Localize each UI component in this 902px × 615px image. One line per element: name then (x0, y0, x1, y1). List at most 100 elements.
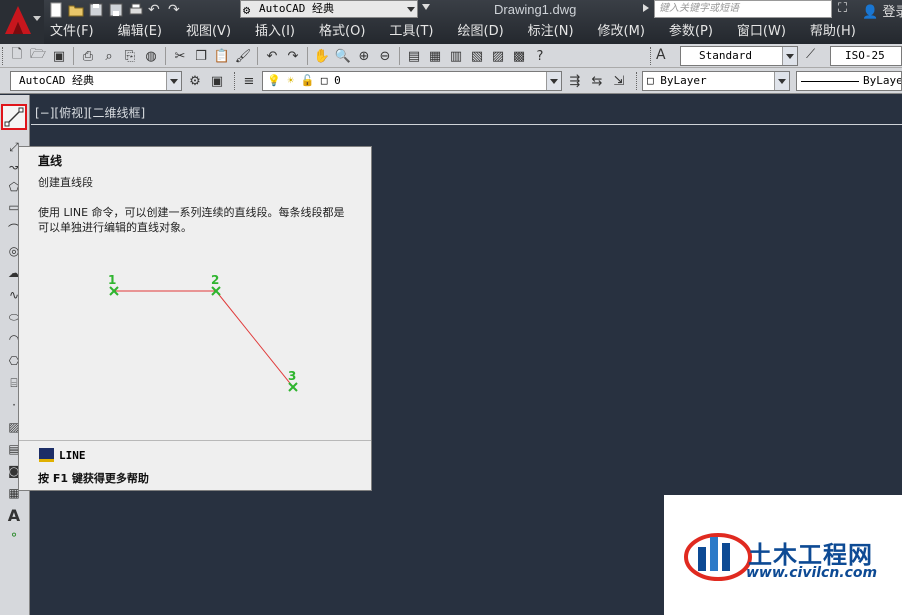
search-input[interactable]: 键入关键字或短语 (654, 0, 832, 18)
toolbar-grip[interactable] (650, 47, 653, 65)
add-selected-icon[interactable]: ⚬ (3, 525, 25, 545)
publish-icon[interactable]: ⎘ (121, 47, 139, 65)
menu-help[interactable]: 帮助(H) (808, 22, 858, 42)
toolbar-grip[interactable] (2, 47, 5, 65)
match-properties-icon[interactable]: 🖌 (234, 47, 252, 65)
menu-draw[interactable]: 绘图(D) (456, 22, 506, 42)
chevron-down-icon (407, 7, 415, 12)
zoom-realtime-icon[interactable]: 🔍 (334, 47, 352, 65)
menu-view[interactable]: 视图(V) (184, 22, 233, 42)
text-style-select[interactable]: Standard (680, 46, 798, 66)
dim-style-icon[interactable]: ⟋ (806, 47, 826, 65)
gear-icon: ⚙ (243, 3, 251, 17)
tool-palettes-icon[interactable]: ▥ (447, 47, 465, 65)
workspace-settings-icon[interactable]: ▣ (208, 72, 226, 90)
layer-select[interactable]: 💡 ☀ 🔓 □ 0 (262, 71, 562, 91)
layer-select-value: 0 (334, 74, 341, 87)
viewport-controls-label[interactable]: [−][俯视][二维线框] (35, 104, 145, 121)
chevron-down-icon (546, 72, 561, 90)
design-center-palette-icon[interactable]: ▦ (426, 47, 444, 65)
print-preview-icon[interactable]: ⌕ (100, 47, 118, 65)
watermark: 土木工程网 www.civilcn.com (664, 495, 902, 615)
chevron-down-icon (774, 72, 789, 90)
line-example-diagram: 1 2 3 (108, 273, 298, 392)
watermark-url: www.civilcn.com (746, 565, 878, 581)
menu-edit[interactable]: 编辑(E) (116, 22, 164, 42)
linetype-select-value: ByLayer (863, 74, 901, 87)
zoom-window-icon[interactable]: ⊕ (355, 47, 373, 65)
color-swatch-icon: □ (647, 74, 654, 87)
color-select[interactable]: □ ByLayer (642, 71, 790, 91)
layer-state-icon[interactable]: ⇲ (610, 72, 628, 90)
chevron-down-icon (166, 72, 181, 90)
quick-access-toolbar: ↶ ↷ (48, 0, 184, 20)
open-folder-icon[interactable]: 🗁 (29, 47, 47, 65)
menu-parametric[interactable]: 参数(P) (667, 22, 715, 42)
menu-tools[interactable]: 工具(T) (387, 22, 435, 42)
point-label: 3 (288, 369, 296, 383)
line-tool-button[interactable] (1, 104, 27, 130)
workspace-switcher[interactable]: ⚙ AutoCAD 经典 (240, 0, 418, 18)
save-icon[interactable] (88, 2, 104, 18)
text-style-value: Standard (699, 49, 752, 62)
new-file-icon[interactable]: 🗋 (8, 47, 26, 65)
print-icon[interactable] (128, 2, 144, 18)
sign-in-label: 登录 (882, 5, 902, 20)
undo-icon[interactable]: ↶ (263, 47, 281, 65)
redo-icon[interactable]: ↷ (168, 2, 184, 18)
new-file-icon[interactable] (48, 2, 64, 18)
color-select-value: ByLayer (660, 74, 707, 87)
linetype-select[interactable]: ByLayer (796, 71, 902, 91)
standard-toolbar: 🗋 🗁 ▣ ⎙ ⌕ ⎘ ◍ ✂ ❐ 📋 🖌 ↶ ↷ ✋ 🔍 ⊕ ⊖ ▤ ▦ ▥ … (0, 44, 902, 68)
sign-in-button[interactable]: 👤 登录 (862, 1, 902, 20)
document-title: Drawing1.dwg (494, 2, 577, 17)
help-icon[interactable]: ? (531, 47, 549, 65)
sheet-set-icon[interactable]: ▧ (468, 47, 486, 65)
undo-icon[interactable]: ↶ (148, 2, 164, 18)
print-icon[interactable]: ⎙ (79, 47, 97, 65)
layer-previous-icon[interactable]: ⇆ (588, 72, 606, 90)
autocad-logo-icon (5, 6, 31, 34)
workspace-select-value: AutoCAD 经典 (19, 74, 94, 87)
line-tool-tooltip: 直线 创建直线段 使用 LINE 命令，可以创建一系列连续的直线段。每条线段都是… (18, 146, 372, 491)
application-menu-button[interactable] (0, 0, 44, 44)
cut-icon[interactable]: ✂ (171, 47, 189, 65)
menu-window[interactable]: 窗口(W) (735, 22, 788, 42)
toolbar-grip[interactable] (234, 72, 237, 90)
properties-icon[interactable]: ▤ (405, 47, 423, 65)
save-icon[interactable]: ▣ (50, 47, 68, 65)
copy-icon[interactable]: ❐ (192, 47, 210, 65)
qat-customize-icon[interactable] (422, 4, 430, 10)
paste-icon[interactable]: 📋 (213, 47, 231, 65)
gear-icon[interactable]: ⚙ (186, 72, 204, 90)
dim-style-select[interactable]: ISO-25 (830, 46, 902, 66)
toolbar-grip[interactable] (636, 72, 639, 90)
markup-icon[interactable]: ▨ (489, 47, 507, 65)
menu-file[interactable]: 文件(F) (48, 22, 96, 42)
calculator-icon[interactable]: ▩ (510, 47, 528, 65)
point-marker (288, 382, 298, 392)
expand-arrow-icon[interactable] (643, 4, 649, 12)
command-line-icon (39, 448, 54, 462)
menu-modify[interactable]: 修改(M) (596, 22, 647, 42)
make-current-layer-icon[interactable]: ⇶ (566, 72, 584, 90)
point-label: 1 (108, 273, 116, 287)
menu-format[interactable]: 格式(O) (317, 22, 367, 42)
tooltip-divider (19, 440, 371, 441)
color-swatch-icon: □ (320, 74, 328, 87)
pan-icon[interactable]: ✋ (313, 47, 331, 65)
workspace-select[interactable]: AutoCAD 经典 (10, 71, 182, 91)
binoculars-icon[interactable]: ⛶ (838, 1, 847, 16)
user-icon: 👤 (862, 5, 879, 20)
redo-icon[interactable]: ↷ (284, 47, 302, 65)
text-style-icon[interactable]: A (656, 47, 676, 65)
menu-bar: 文件(F) 编辑(E) 视图(V) 插入(I) 格式(O) 工具(T) 绘图(D… (48, 22, 878, 42)
zoom-previous-icon[interactable]: ⊖ (376, 47, 394, 65)
multiline-text-icon[interactable]: A (3, 505, 25, 525)
layer-properties-icon[interactable]: ≡ (240, 72, 258, 90)
design-center-icon[interactable]: ◍ (142, 47, 160, 65)
open-folder-icon[interactable] (68, 2, 84, 18)
menu-insert[interactable]: 插入(I) (253, 22, 297, 42)
menu-dimension[interactable]: 标注(N) (526, 22, 576, 42)
save-as-icon[interactable] (108, 2, 124, 18)
